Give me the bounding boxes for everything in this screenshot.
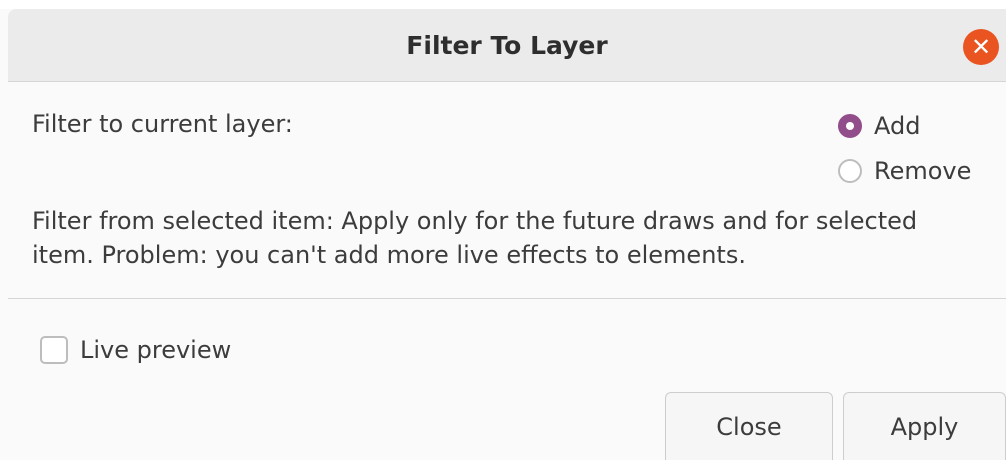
window-title: Filter To Layer bbox=[406, 31, 608, 60]
apply-button[interactable]: Apply bbox=[843, 392, 1006, 460]
add-radio-option[interactable]: Add bbox=[838, 112, 920, 140]
add-radio-button[interactable] bbox=[838, 114, 862, 138]
close-window-button[interactable]: ✕ bbox=[963, 29, 999, 65]
live-preview-option[interactable]: Live preview bbox=[40, 336, 231, 364]
remove-radio-label: Remove bbox=[874, 157, 972, 185]
separator bbox=[8, 298, 1006, 299]
dialog-window: Filter To Layer ✕ Filter to current laye… bbox=[0, 0, 1006, 460]
add-radio-label: Add bbox=[874, 112, 921, 140]
close-button[interactable]: Close bbox=[665, 392, 833, 460]
live-preview-label: Live preview bbox=[80, 336, 232, 364]
filter-current-layer-label: Filter to current layer: bbox=[32, 110, 293, 138]
window-top-edge bbox=[0, 0, 1006, 9]
live-preview-checkbox[interactable] bbox=[40, 336, 68, 364]
remove-radio-option[interactable]: Remove bbox=[838, 157, 971, 185]
dialog-body: Filter to current layer: Add Remove Filt… bbox=[8, 82, 1006, 460]
remove-radio-button[interactable] bbox=[838, 159, 862, 183]
filter-description: Filter from selected item: Apply only fo… bbox=[32, 207, 918, 269]
title-bar[interactable]: Filter To Layer ✕ bbox=[8, 9, 1006, 82]
close-icon: ✕ bbox=[970, 33, 992, 61]
